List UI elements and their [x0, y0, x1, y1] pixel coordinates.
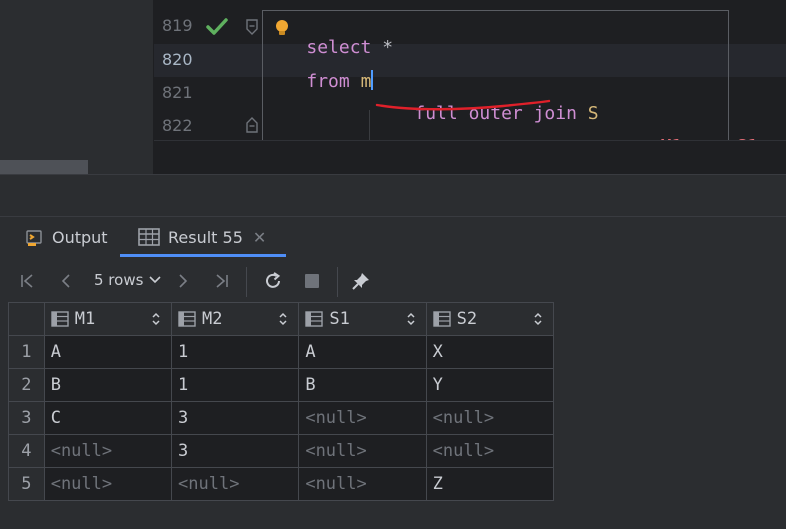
project-panel-edge — [0, 0, 153, 174]
toolbar-separator — [337, 267, 338, 297]
column-header-m2[interactable]: M2 — [171, 302, 300, 336]
table-cell-m1[interactable]: C — [43, 401, 173, 435]
refresh-icon[interactable] — [261, 269, 285, 293]
rows-count-dropdown[interactable]: 5 rows — [94, 271, 161, 289]
editor-bottom-area — [154, 140, 786, 174]
red-annotation-underline — [375, 99, 551, 111]
tab-result-55[interactable]: Result 55 ✕ — [120, 217, 287, 257]
code-line-820[interactable]: from m — [263, 49, 374, 113]
row-number[interactable]: 3 — [8, 401, 45, 435]
grid-header-row: M1 M2 S1 S2 — [8, 302, 555, 336]
tab-label: Output — [52, 227, 108, 247]
sort-icon[interactable] — [151, 311, 161, 327]
table-cell-s2[interactable]: Z — [425, 467, 555, 501]
row-number[interactable]: 5 — [8, 467, 45, 501]
keyword-from: from — [306, 71, 350, 92]
table-cell-m1[interactable]: <null> — [43, 434, 173, 468]
horizontal-scrollbar[interactable] — [0, 160, 88, 174]
table-cell-m2[interactable]: 3 — [171, 434, 300, 468]
services-tool-window: Output Result 55 ✕ 5 rows M1 M2 S1 S2 1 … — [0, 216, 786, 529]
table-cell-m2[interactable]: 3 — [171, 401, 300, 435]
line-number: 821 — [162, 83, 193, 102]
line-number: 820 — [162, 50, 193, 69]
column-name: S2 — [456, 309, 478, 329]
table-cell-m1[interactable]: A — [43, 335, 173, 369]
column-icon — [178, 311, 196, 327]
table-row[interactable]: 5 <null> <null> <null> Z — [8, 467, 555, 501]
pin-icon[interactable] — [349, 269, 373, 293]
column-name: M1 — [74, 309, 96, 329]
tab-output[interactable]: Output — [24, 217, 108, 257]
column-icon — [305, 311, 324, 327]
column-name: S1 — [329, 309, 350, 329]
table-cell-s1[interactable]: A — [298, 335, 427, 369]
table-row[interactable]: 3 C 3 <null> <null> — [8, 401, 555, 435]
close-icon[interactable]: ✕ — [253, 228, 266, 247]
fold-start-icon[interactable] — [245, 19, 259, 35]
table-cell-m1[interactable]: B — [43, 368, 173, 402]
table-cell-s2[interactable]: <null> — [425, 434, 555, 468]
stop-icon[interactable] — [300, 269, 324, 293]
table-identifier: m — [360, 71, 372, 92]
column-header-s2[interactable]: S2 — [425, 302, 555, 336]
indent-guide — [369, 110, 370, 140]
column-icon — [432, 311, 451, 327]
star-token: * — [371, 37, 394, 58]
table-grid-icon — [138, 228, 160, 246]
sort-icon[interactable] — [278, 311, 288, 327]
table-cell-m1[interactable]: <null> — [43, 467, 173, 501]
fold-end-icon[interactable] — [245, 117, 259, 133]
column-header-s1[interactable]: S1 — [298, 302, 427, 336]
toolbar-separator — [246, 267, 247, 297]
next-page-icon[interactable] — [171, 269, 195, 293]
table-cell-m2[interactable]: 1 — [171, 368, 300, 402]
active-tab-indicator — [120, 254, 287, 257]
table-cell-s1[interactable]: <null> — [298, 467, 427, 501]
table-row[interactable]: 4 <null> 3 <null> <null> — [8, 434, 555, 468]
code-editor[interactable]: 819 820 821 822 select * from m full out… — [0, 0, 786, 174]
table-cell-s2[interactable]: Y — [425, 368, 555, 402]
output-console-icon — [26, 230, 42, 246]
table-cell-m2[interactable]: <null> — [171, 467, 300, 501]
row-number[interactable]: 4 — [8, 434, 45, 468]
lightbulb-icon[interactable] — [274, 19, 290, 37]
column-header-m1[interactable]: M1 — [43, 302, 173, 336]
table-cell-s2[interactable]: <null> — [425, 401, 555, 435]
panel-splitter[interactable] — [0, 174, 786, 217]
line-number: 819 — [162, 16, 193, 35]
chevron-down-icon — [149, 276, 161, 284]
row-number[interactable]: 1 — [8, 335, 45, 369]
column-name: M2 — [202, 309, 223, 329]
tab-label: Result 55 — [168, 227, 243, 247]
prev-page-icon[interactable] — [54, 269, 78, 293]
sort-icon[interactable] — [533, 311, 543, 327]
rows-count-label: 5 rows — [94, 271, 144, 289]
row-number[interactable]: 2 — [8, 368, 45, 402]
table-cell-m2[interactable]: 1 — [171, 335, 300, 369]
check-icon[interactable] — [206, 17, 228, 37]
table-cell-s1[interactable]: <null> — [298, 434, 427, 468]
table-cell-s2[interactable]: X — [425, 335, 555, 369]
table-row[interactable]: 1A1AX — [8, 335, 555, 369]
row-number-header — [8, 302, 45, 336]
table-cell-s1[interactable]: B — [298, 368, 427, 402]
result-grid[interactable]: M1 M2 S1 S2 1 A 1 A X 2 B 1 B Y 3 C 3 <n… — [8, 302, 555, 514]
first-page-icon[interactable] — [16, 269, 40, 293]
result-toolbar: 5 rows — [0, 261, 786, 303]
table-cell-s1[interactable]: <null> — [298, 401, 427, 435]
line-number: 822 — [162, 116, 193, 135]
sort-icon[interactable] — [406, 311, 416, 327]
column-icon — [51, 311, 69, 327]
last-page-icon[interactable] — [209, 269, 233, 293]
table-row[interactable]: 2B1BY — [8, 368, 555, 402]
